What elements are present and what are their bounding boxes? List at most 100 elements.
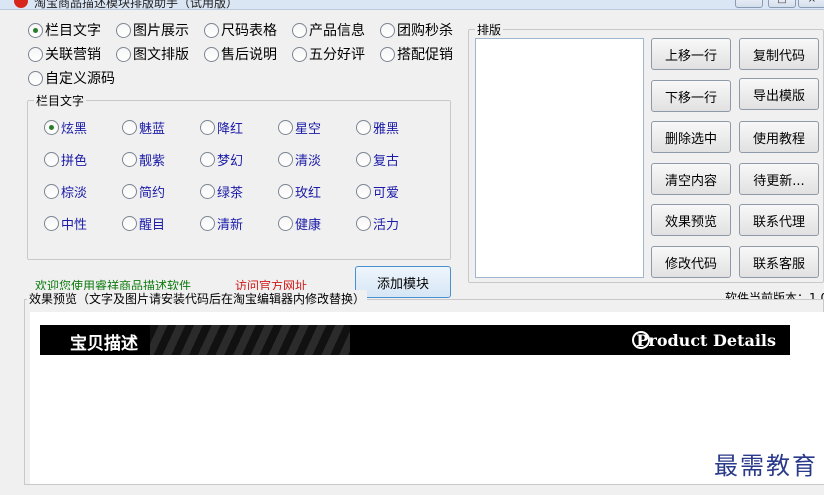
contact-support-button[interactable]: 联系客服 (739, 246, 819, 278)
category-label: 关联营销 (45, 47, 101, 63)
radio-button[interactable] (356, 184, 371, 199)
radio-button[interactable] (200, 216, 215, 231)
category-label: 产品信息 (309, 23, 365, 39)
style-label: 可爱 (373, 186, 400, 201)
category-option[interactable]: 尺码表格 (204, 20, 277, 40)
radio-button[interactable] (122, 120, 137, 135)
style-option[interactable]: 健康 (278, 214, 321, 233)
add-module-button[interactable]: 添加模块 (355, 266, 451, 298)
banner-title-cn: 宝贝描述 (70, 334, 138, 354)
style-option[interactable]: 炫黑 (44, 118, 87, 137)
category-option[interactable]: 图片展示 (116, 20, 189, 40)
category-option[interactable]: 五分好评 (292, 44, 365, 64)
radio-button[interactable] (44, 184, 59, 199)
delete-selected-button[interactable]: 删除选中 (651, 121, 731, 153)
style-option[interactable]: 棕淡 (44, 182, 87, 201)
style-option[interactable]: 简约 (122, 182, 165, 201)
style-label: 雅黑 (373, 122, 400, 137)
radio-button[interactable] (44, 152, 59, 167)
style-label: 拼色 (61, 154, 88, 169)
radio-button[interactable] (28, 70, 43, 86)
close-icon: × (799, 0, 824, 7)
radio-button[interactable] (292, 22, 307, 38)
category-option[interactable]: 售后说明 (204, 44, 277, 64)
radio-button[interactable] (278, 152, 293, 167)
close-button[interactable]: × (798, 0, 824, 8)
style-label: 活力 (373, 218, 400, 233)
style-option[interactable]: 雅黑 (356, 118, 399, 137)
category-option[interactable]: 关联营销 (28, 44, 101, 64)
style-label: 中性 (61, 218, 88, 233)
style-option[interactable]: 活力 (356, 214, 399, 233)
minimize-button[interactable]: – (735, 0, 763, 8)
banner-stripes (150, 325, 350, 355)
radio-button[interactable] (122, 152, 137, 167)
style-option[interactable]: 星空 (278, 118, 321, 137)
radio-button[interactable] (122, 184, 137, 199)
radio-button[interactable] (44, 120, 59, 135)
tutorial-button[interactable]: 使用教程 (739, 121, 819, 153)
category-label: 自定义源码 (45, 71, 115, 87)
style-option[interactable]: 清新 (200, 214, 243, 233)
style-option[interactable]: 醒目 (122, 214, 165, 233)
radio-button[interactable] (204, 46, 219, 62)
radio-button[interactable] (116, 22, 131, 38)
move-up-button[interactable]: 上移一行 (651, 38, 731, 70)
app-logo-icon (14, 0, 28, 8)
category-option[interactable]: 产品信息 (292, 20, 365, 40)
style-option[interactable]: 拼色 (44, 150, 87, 169)
radio-button[interactable] (356, 216, 371, 231)
move-down-button[interactable]: 下移一行 (651, 80, 731, 112)
layout-listbox[interactable] (475, 38, 644, 278)
radio-button[interactable] (380, 22, 395, 38)
edit-code-button[interactable]: 修改代码 (651, 246, 731, 278)
style-option[interactable]: 清淡 (278, 150, 321, 169)
banner-title-en: Product Details (636, 331, 776, 350)
category-option[interactable]: 栏目文字 (28, 20, 101, 40)
style-option[interactable]: 可爱 (356, 182, 399, 201)
preview-pane[interactable]: 宝贝描述 ⌄ Product Details (30, 312, 824, 484)
category-label: 五分好评 (309, 47, 365, 63)
maximize-icon: □ (769, 0, 795, 7)
maximize-button[interactable]: □ (768, 0, 796, 8)
radio-button[interactable] (278, 184, 293, 199)
style-option[interactable]: 中性 (44, 214, 87, 233)
radio-button[interactable] (278, 120, 293, 135)
preview-button[interactable]: 效果预览 (651, 204, 731, 236)
radio-button[interactable] (116, 46, 131, 62)
category-option[interactable]: 搭配促销 (380, 44, 453, 64)
radio-button[interactable] (356, 120, 371, 135)
category-label: 图文排版 (133, 47, 189, 63)
style-option[interactable]: 绿茶 (200, 182, 243, 201)
contact-agent-button[interactable]: 联系代理 (739, 204, 819, 236)
radio-button[interactable] (122, 216, 137, 231)
radio-button[interactable] (200, 152, 215, 167)
style-option[interactable]: 复古 (356, 150, 399, 169)
radio-button[interactable] (292, 46, 307, 62)
style-option[interactable]: 玫红 (278, 182, 321, 201)
style-option[interactable]: 降红 (200, 118, 243, 137)
copy-code-button[interactable]: 复制代码 (739, 38, 819, 70)
category-option[interactable]: 图文排版 (116, 44, 189, 64)
radio-button[interactable] (28, 22, 43, 38)
preview-group-label: 效果预览（文字及图片请安装代码后在淘宝编辑器内修改替换） (27, 290, 368, 307)
style-option[interactable]: 魅蓝 (122, 118, 165, 137)
radio-button[interactable] (28, 46, 43, 62)
radio-button[interactable] (380, 46, 395, 62)
style-label: 梦幻 (217, 154, 244, 169)
clear-content-button[interactable]: 清空内容 (651, 163, 731, 195)
radio-button[interactable] (204, 22, 219, 38)
category-label: 图片展示 (133, 23, 189, 39)
radio-button[interactable] (44, 216, 59, 231)
radio-button[interactable] (200, 120, 215, 135)
radio-button[interactable] (356, 152, 371, 167)
style-option[interactable]: 梦幻 (200, 150, 243, 169)
style-group-label: 栏目文字 (34, 92, 87, 109)
radio-button[interactable] (200, 184, 215, 199)
category-option[interactable]: 团购秒杀 (380, 20, 453, 40)
style-option[interactable]: 靓紫 (122, 150, 165, 169)
export-template-button[interactable]: 导出模版 (739, 78, 819, 110)
pending-update-button[interactable]: 待更新... (739, 163, 819, 195)
category-option[interactable]: 自定义源码 (28, 68, 115, 88)
radio-button[interactable] (278, 216, 293, 231)
